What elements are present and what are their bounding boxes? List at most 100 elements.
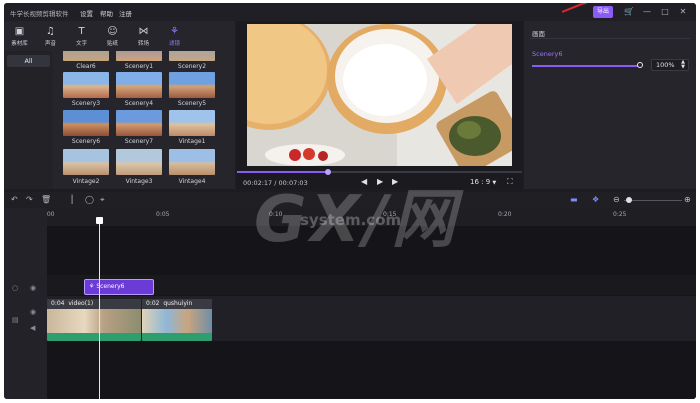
tab-picture[interactable]: 画面 [532, 28, 545, 38]
tab-audio[interactable]: ♫ 声音 [35, 21, 66, 51]
media-panel: ▣ 素材库 ♫ 声音 T 文字 ☺ 贴纸 ⋈ 转场 ⚘ 滤镜 All Clear… [4, 21, 235, 189]
filter-thumb-vintage3[interactable] [116, 149, 162, 175]
delete-icon[interactable]: 🗑 [41, 195, 51, 204]
snap-icon[interactable]: ▬ [570, 195, 578, 204]
clip-label: 0:02 qushuiyin [146, 300, 193, 307]
tab-sticker[interactable]: ☺ 贴纸 [97, 21, 128, 51]
crop-icon[interactable]: ⌖ [100, 195, 105, 205]
divider [530, 38, 690, 39]
filter-label: Scenery1 [124, 63, 154, 70]
title-bar: 牛学长视频剪辑软件 设置 帮助 注册 导出 🛒 — □ ✕ [4, 3, 696, 21]
intensity-value: 100% [656, 61, 675, 69]
stepper-icon[interactable]: ▲ ▼ [681, 60, 685, 70]
split-icon[interactable]: ⎮ [70, 195, 74, 204]
filter-thumb-scenery7[interactable] [116, 110, 162, 136]
export-button[interactable]: 导出 [593, 6, 613, 18]
effect-clip[interactable]: ⚘ Scenery6 [84, 279, 154, 295]
cart-icon[interactable]: 🛒 [624, 7, 634, 17]
chevron-down-icon: ▼ [492, 180, 497, 186]
filter-thumb-scenery3[interactable] [63, 72, 109, 98]
ruler-tick: 0:25 [613, 211, 627, 218]
ruler-tick: 0:20 [498, 211, 512, 218]
app-window: 牛学长视频剪辑软件 设置 帮助 注册 导出 🛒 — □ ✕ ▣ 素材库 ♫ 声音… [4, 3, 696, 399]
aspect-ratio-select[interactable]: 16 : 9 ▼ [470, 178, 496, 186]
tab-label: 素材库 [11, 41, 28, 47]
tab-label: 声音 [44, 41, 56, 47]
track-headers: ○ ◉ ▤ ◉ ◀ [4, 208, 47, 399]
filter-label: Scenery4 [124, 100, 154, 107]
volume-icon[interactable]: ◀ [30, 324, 35, 332]
lock-icon[interactable]: ○ [12, 284, 18, 292]
filter-thumb-scenery5[interactable] [169, 72, 215, 98]
media-library-icon: ▣ [14, 26, 25, 37]
filter-label: Scenery7 [124, 138, 154, 145]
filter-icon: ⚘ [170, 26, 179, 37]
ruler-tick: 0:05 [156, 211, 170, 218]
eye-icon[interactable]: ◉ [30, 308, 36, 316]
filter-thumb-scenery6[interactable] [63, 110, 109, 136]
filter-thumb-vintage1[interactable] [169, 110, 215, 136]
tab-label: 文字 [75, 41, 87, 47]
properties-panel: 画面 Scenery6 100% ▲ ▼ [524, 21, 696, 189]
filter-grid: Clear6 Scenery1 Scenery2 Scenery3 Scener… [59, 51, 235, 189]
intensity-input[interactable]: 100% ▲ ▼ [651, 59, 689, 71]
zoom-in-icon[interactable]: ⊕ [684, 195, 691, 204]
filter-label: Scenery2 [177, 63, 207, 70]
filter-label: Scenery6 [71, 138, 101, 145]
menu-settings[interactable]: 设置 [80, 8, 93, 18]
maximize-icon[interactable]: □ [660, 7, 670, 17]
effect-clip-label: Scenery6 [96, 283, 125, 290]
filter-label: Vintage1 [178, 138, 206, 145]
clip-audio-bar [142, 333, 212, 341]
zoom-out-icon[interactable]: ⊖ [613, 195, 620, 204]
annotation-arrow [561, 3, 589, 13]
filter-name: Scenery6 [532, 50, 563, 58]
filter-label: Vintage4 [178, 178, 206, 185]
filter-thumb-vintage2[interactable] [63, 149, 109, 175]
filter-thumb-vintage4[interactable] [169, 149, 215, 175]
aspect-ratio-value: 16 : 9 [470, 178, 491, 186]
playhead[interactable] [99, 221, 100, 399]
music-note-icon: ♫ [46, 26, 55, 37]
preview-panel: 00:02:17 / 00:07:03 ◀ ▶ ▶ 16 : 9 ▼ ⛶ [237, 21, 522, 189]
menu-help[interactable]: 帮助 [100, 8, 113, 18]
fit-icon[interactable]: ❖ [592, 195, 599, 204]
menu-register[interactable]: 注册 [119, 8, 132, 18]
tab-label: 转场 [137, 41, 149, 47]
filter-label: Vintage2 [72, 178, 100, 185]
watermark-text: system.com [300, 211, 402, 229]
minimize-icon[interactable]: — [642, 7, 652, 17]
tab-label: 贴纸 [106, 41, 118, 47]
filter-thumb-scenery2[interactable] [169, 51, 215, 61]
close-icon[interactable]: ✕ [678, 7, 688, 17]
filter-thumb-scenery4[interactable] [116, 72, 162, 98]
zoom-slider-handle[interactable] [626, 197, 632, 203]
filter-label: Clear6 [76, 63, 96, 70]
filter-thumb-scenery1[interactable] [116, 51, 162, 61]
playhead-handle[interactable] [96, 217, 103, 224]
tab-transition[interactable]: ⋈ 转场 [128, 21, 159, 51]
fullscreen-icon[interactable]: ⛶ [507, 177, 513, 187]
category-all[interactable]: All [7, 55, 50, 67]
tab-text[interactable]: T 文字 [66, 21, 97, 51]
category-list: All [4, 51, 53, 189]
video-clip[interactable]: 0:02 qushuiyin [142, 299, 212, 341]
filter-label: Vintage3 [125, 178, 153, 185]
filter-thumb-clear6[interactable] [63, 51, 109, 61]
eye-icon[interactable]: ◉ [30, 284, 36, 292]
intensity-slider-handle[interactable] [637, 62, 643, 68]
transition-icon: ⋈ [138, 26, 149, 37]
redo-icon[interactable]: ↷ [26, 195, 33, 204]
clip-thumbnail-strip [47, 309, 141, 333]
app-title: 牛学长视频剪辑软件 [10, 10, 69, 18]
clip-label: 0:04 video(1) [51, 300, 94, 307]
zoom-slider[interactable] [624, 200, 682, 201]
video-clip[interactable]: 0:04 video(1) [47, 299, 141, 341]
undo-icon[interactable]: ↶ [11, 195, 18, 204]
intensity-slider[interactable] [532, 65, 639, 67]
speed-icon[interactable]: ◯ [85, 195, 94, 204]
video-frame-image [247, 24, 512, 166]
tab-media[interactable]: ▣ 素材库 [4, 21, 35, 51]
clip-thumbnail-strip [142, 309, 212, 333]
tab-filter[interactable]: ⚘ 滤镜 [159, 21, 190, 51]
